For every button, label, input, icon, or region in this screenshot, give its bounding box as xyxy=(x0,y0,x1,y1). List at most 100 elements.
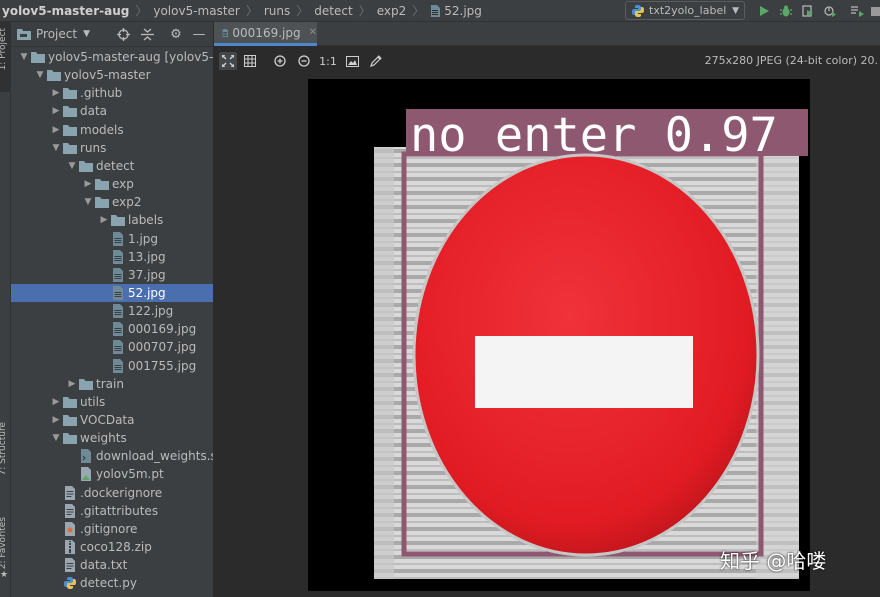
python-icon xyxy=(632,4,644,17)
profile-button[interactable] xyxy=(822,3,838,19)
crosshair-icon xyxy=(116,27,130,41)
zoom-out-button[interactable] xyxy=(295,52,313,70)
settings-button[interactable]: ⚙ xyxy=(168,26,184,42)
favorites-tool-tab[interactable]: 2: Favorites xyxy=(0,517,8,569)
tree-folder-item[interactable]: ▼ yolov5-master xyxy=(11,66,213,84)
chevron-down-icon[interactable]: ▼ xyxy=(19,52,29,62)
background-toggle-button[interactable] xyxy=(343,52,361,70)
breadcrumb-yolov5-master[interactable]: yolov5-master xyxy=(153,0,240,22)
breadcrumb-exp2[interactable]: exp2 xyxy=(377,0,407,22)
collapse-all-button[interactable] xyxy=(139,26,155,42)
chevron-right-icon[interactable]: ▶ xyxy=(51,106,61,116)
folder-icon xyxy=(79,377,93,391)
close-icon[interactable]: ✕ xyxy=(309,27,317,38)
fit-zoom-button[interactable] xyxy=(219,52,237,70)
tree-file-item[interactable]: 001755.jpg xyxy=(11,357,213,375)
tree-file-item[interactable]: coco128.zip xyxy=(11,538,213,556)
toggle-grid-button[interactable] xyxy=(241,52,259,70)
tree-item-label: models xyxy=(80,122,124,137)
project-tool-tab[interactable]: 1: Project xyxy=(0,22,10,92)
tree-folder-item[interactable]: ▶ exp xyxy=(11,175,213,193)
breadcrumb-file[interactable]: 52.jpg xyxy=(430,0,482,22)
tree-item-label: 000169.jpg xyxy=(128,322,197,337)
tree-file-item[interactable]: 13.jpg xyxy=(11,248,213,266)
text-file-icon xyxy=(63,558,77,573)
tree-folder-item[interactable]: ▼ detect xyxy=(11,157,213,175)
concurrency-diagram-button[interactable] xyxy=(849,3,865,19)
breadcrumb-project[interactable]: yolov5-master-aug xyxy=(0,0,129,22)
chevron-right-icon[interactable]: ▶ xyxy=(51,88,61,98)
watermark: 知乎 @哈喽 xyxy=(720,549,827,573)
detection-result-image: no enter 0.97 xyxy=(308,79,810,591)
tree-folder-item[interactable]: ▼ yolov5-master-aug [yolov5-m xyxy=(11,48,213,66)
zoom-in-button[interactable] xyxy=(271,52,289,70)
tree-file-item[interactable]: 37.jpg xyxy=(11,266,213,284)
editor-tab[interactable]: 000169.jpg ✕ xyxy=(214,22,317,46)
image-file-icon xyxy=(111,340,125,355)
run-button[interactable] xyxy=(756,3,772,19)
chevron-right-icon[interactable]: ▶ xyxy=(51,125,61,135)
folder-icon xyxy=(31,50,45,64)
locate-file-button[interactable] xyxy=(115,26,131,42)
run-with-coverage-button[interactable] xyxy=(800,3,816,19)
tree-file-item[interactable]: .dockerignore xyxy=(11,484,213,502)
chevron-right-icon[interactable]: ▶ xyxy=(99,215,109,225)
chevron-down-icon[interactable]: ▼ xyxy=(35,70,45,80)
tree-folder-item[interactable]: ▼ weights xyxy=(11,429,213,447)
chevron-right-icon[interactable]: ▶ xyxy=(67,379,77,389)
tree-folder-item[interactable]: ▼ exp2 xyxy=(11,193,213,211)
structure-tool-tab[interactable]: 7: Structure xyxy=(0,422,8,476)
tree-folder-item[interactable]: ▶ models xyxy=(11,121,213,139)
chevron-down-icon: ▼ xyxy=(83,29,90,39)
tree-file-item[interactable]: 122.jpg xyxy=(11,302,213,320)
actual-size-button[interactable]: 1:1 xyxy=(319,52,337,70)
tree-folder-item[interactable]: ▶ VOCData xyxy=(11,411,213,429)
folder-icon xyxy=(63,431,77,445)
chevron-down-icon[interactable]: ▼ xyxy=(51,433,61,443)
tree-item-label: detect.py xyxy=(80,576,137,591)
tree-file-item[interactable]: 000169.jpg xyxy=(11,320,213,338)
breadcrumb-detect[interactable]: detect xyxy=(314,0,352,22)
hide-panel-button[interactable]: — xyxy=(191,26,207,42)
archive-icon xyxy=(63,540,77,555)
run-configuration-selector[interactable]: txt2yolo_label ▼ xyxy=(625,1,745,20)
tree-folder-item[interactable]: ▶ labels xyxy=(11,211,213,229)
tree-item-label: 37.jpg xyxy=(128,267,166,282)
chevron-down-icon[interactable]: ▼ xyxy=(67,161,77,171)
breadcrumb-runs[interactable]: runs xyxy=(264,0,290,22)
tree-item-label: data.txt xyxy=(80,558,128,573)
more-toolbar-button[interactable] xyxy=(867,3,880,19)
image-canvas: no enter 0.97 xyxy=(214,76,880,597)
tree-folder-item[interactable]: ▶ .github xyxy=(11,84,213,102)
folder-icon xyxy=(111,213,125,227)
tree-file-item[interactable]: .gitignore xyxy=(11,520,213,538)
tree-folder-item[interactable]: ▶ utils xyxy=(11,393,213,411)
tree-file-item[interactable]: 1.jpg xyxy=(11,230,213,248)
folder-icon xyxy=(63,395,77,409)
chevron-down-icon[interactable]: ▼ xyxy=(83,197,93,207)
tree-file-item[interactable]: 52.jpg xyxy=(11,283,213,302)
tree-item-label: labels xyxy=(128,213,164,228)
tool-window-stripe: 1: Project 7: Structure 2: Favorites ★ xyxy=(0,22,11,597)
breadcrumb-separator: 〉 xyxy=(358,4,371,18)
project-view-selector[interactable]: Project ▼ xyxy=(11,27,90,41)
tree-file-item[interactable]: detect.py xyxy=(11,574,213,592)
chevron-right-icon[interactable]: ▶ xyxy=(83,179,93,189)
chevron-right-icon[interactable]: ▶ xyxy=(51,415,61,425)
tree-file-item[interactable]: download_weights.sh xyxy=(11,447,213,465)
bug-icon xyxy=(780,5,792,17)
ignore-file-icon xyxy=(63,521,77,536)
grid-icon xyxy=(244,55,256,67)
image-file-icon xyxy=(431,4,441,17)
tree-file-item[interactable]: data.txt xyxy=(11,556,213,574)
tree-file-item[interactable]: 000707.jpg xyxy=(11,338,213,356)
tree-folder-item[interactable]: ▶ data xyxy=(11,102,213,120)
tree-file-item[interactable]: yolov5m.pt xyxy=(11,465,213,483)
tree-folder-item[interactable]: ▶ train xyxy=(11,375,213,393)
tree-file-item[interactable]: .gitattributes xyxy=(11,502,213,520)
debug-button[interactable] xyxy=(778,3,794,19)
chevron-right-icon[interactable]: ▶ xyxy=(51,397,61,407)
chevron-down-icon[interactable]: ▼ xyxy=(51,143,61,153)
color-picker-button[interactable] xyxy=(367,52,385,70)
tree-folder-item[interactable]: ▼ runs xyxy=(11,139,213,157)
